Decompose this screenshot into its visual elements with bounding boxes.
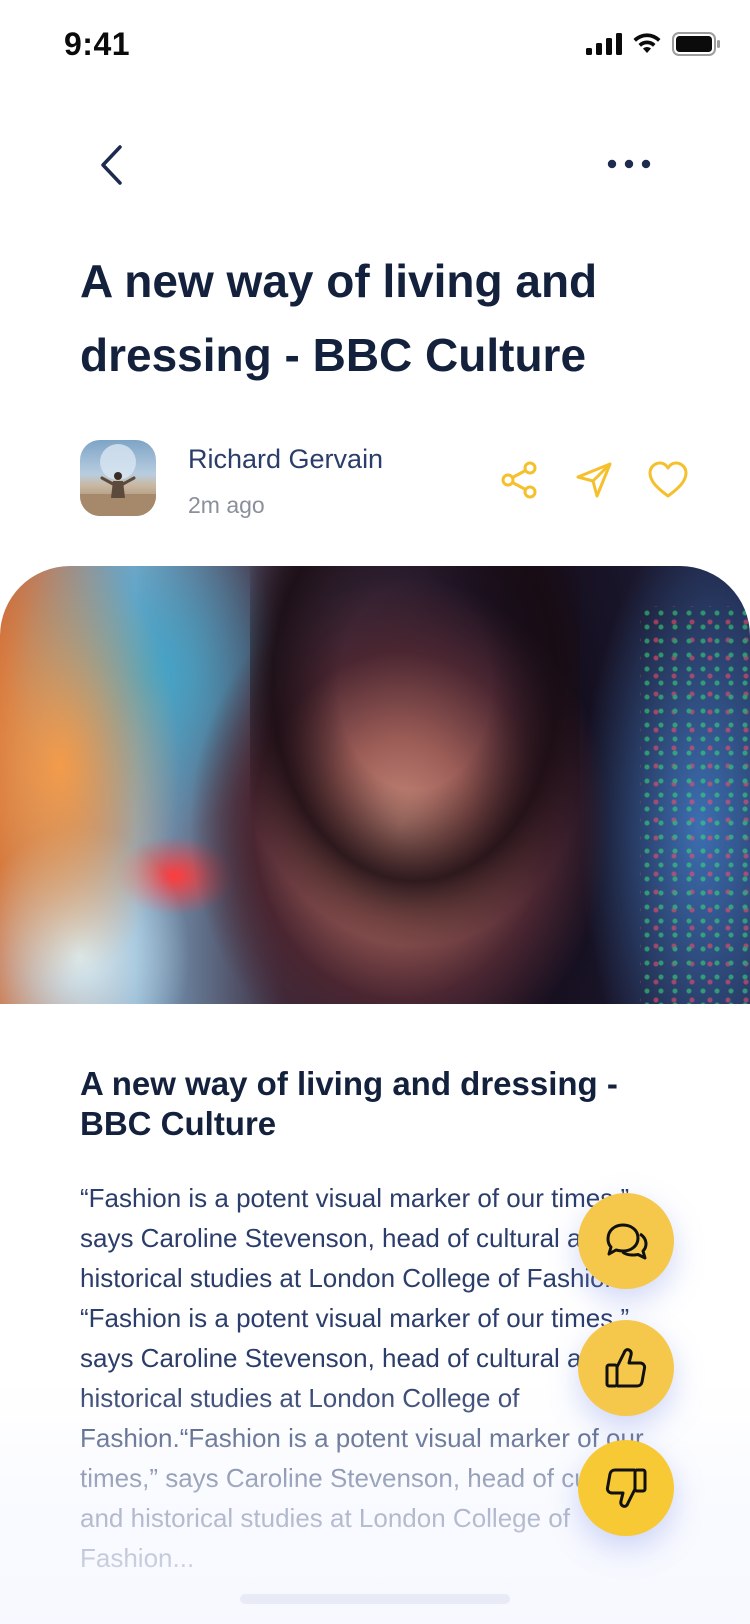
heart-icon bbox=[648, 461, 688, 498]
chevron-left-icon bbox=[101, 145, 122, 185]
dislike-button[interactable] bbox=[578, 1440, 674, 1536]
more-options-button[interactable] bbox=[600, 142, 658, 186]
avatar[interactable] bbox=[80, 440, 156, 516]
article-actions bbox=[498, 458, 690, 502]
hero-image-bokeh bbox=[640, 606, 750, 1004]
hero-image-subject bbox=[250, 566, 580, 1004]
status-time: 9:41 bbox=[64, 26, 131, 62]
send-icon bbox=[576, 462, 612, 498]
author-row: Richard Gervain 2m ago bbox=[80, 440, 690, 518]
status-icons bbox=[586, 32, 720, 56]
page-title: A new way of living and dressing - BBC C… bbox=[80, 255, 598, 381]
battery-icon bbox=[672, 32, 720, 56]
more-horizontal-icon bbox=[607, 159, 651, 169]
author-name[interactable]: Richard Gervain bbox=[188, 444, 383, 475]
hero-image bbox=[0, 566, 750, 1004]
send-button[interactable] bbox=[572, 458, 616, 502]
back-button[interactable] bbox=[88, 138, 134, 192]
thumbs-up-icon bbox=[605, 1348, 647, 1388]
thumbs-down-icon bbox=[605, 1468, 647, 1508]
article-heading: A new way of living and dressing - BBC C… bbox=[80, 1065, 618, 1142]
share-button[interactable] bbox=[498, 458, 542, 502]
favorite-button[interactable] bbox=[646, 458, 690, 502]
status-bar: 9:41 bbox=[0, 0, 750, 92]
home-indicator[interactable] bbox=[240, 1594, 510, 1604]
top-nav bbox=[0, 130, 750, 200]
comment-button[interactable] bbox=[578, 1193, 674, 1289]
like-button[interactable] bbox=[578, 1320, 674, 1416]
avatar-person-image bbox=[80, 444, 156, 516]
wifi-icon bbox=[633, 33, 661, 53]
share-icon bbox=[501, 461, 537, 499]
comment-icon bbox=[606, 1223, 648, 1260]
post-time: 2m ago bbox=[188, 492, 265, 518]
signal-icon bbox=[586, 33, 622, 55]
